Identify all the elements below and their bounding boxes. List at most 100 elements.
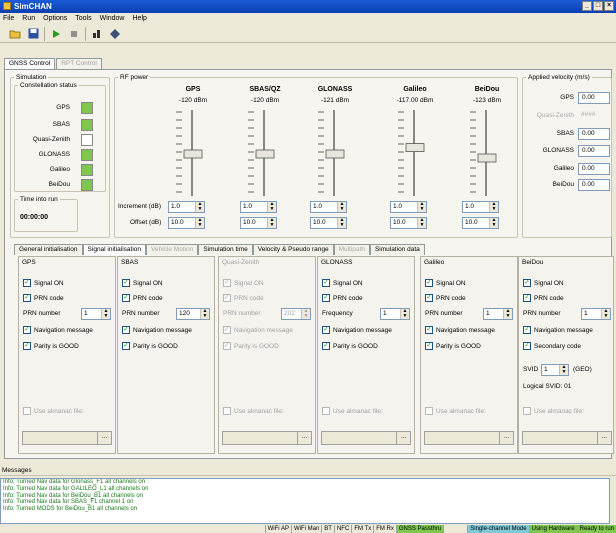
- parity-checkbox[interactable]: ✓ Parity is GOOD: [122, 342, 178, 350]
- nav-message-checkbox[interactable]: ✓ Navigation message: [23, 326, 93, 334]
- signal-on-checkbox[interactable]: ✓ Signal ON: [322, 279, 363, 287]
- maximize-button[interactable]: □: [593, 1, 603, 11]
- signal-on-checkbox[interactable]: ✓ Signal ON: [425, 279, 466, 287]
- rf-slider-thumb[interactable]: [477, 153, 497, 163]
- velocity-value[interactable]: 0.00: [578, 92, 610, 104]
- rf-increment-stepper[interactable]: 1.0 ▲ ▼: [462, 201, 499, 213]
- signal-on-checkbox[interactable]: ✓ Signal ON: [122, 279, 163, 287]
- almanac-file-field[interactable]: ...: [522, 431, 612, 445]
- rf-slider-thumb[interactable]: [255, 149, 275, 159]
- signal-on-checkbox[interactable]: ✓ Signal ON: [523, 279, 564, 287]
- rf-power-slider[interactable]: [314, 108, 354, 208]
- use-almanac-checkbox[interactable]: Use almanac file:: [223, 407, 284, 415]
- velocity-value[interactable]: 0.00: [578, 145, 610, 157]
- rf-power-slider[interactable]: [394, 108, 434, 208]
- rf-offset-stepper[interactable]: 10.0 ▲ ▼: [168, 217, 205, 229]
- almanac-file-field[interactable]: ...: [321, 431, 411, 445]
- menu-help[interactable]: Help: [133, 13, 147, 25]
- browse-button[interactable]: ...: [97, 432, 111, 444]
- signal-on-checkbox[interactable]: ✓ Signal ON: [23, 279, 64, 287]
- velocity-value[interactable]: ####: [578, 110, 610, 122]
- menu-run[interactable]: Run: [22, 13, 35, 25]
- rf-slider-thumb[interactable]: [405, 143, 425, 152]
- velocity-value[interactable]: 0.00: [578, 128, 610, 140]
- use-almanac-checkbox[interactable]: Use almanac file:: [23, 407, 84, 415]
- rf-offset-stepper[interactable]: 10.0 ▲ ▼: [310, 217, 347, 229]
- menu-tools[interactable]: Tools: [75, 13, 91, 25]
- tab-velocity-pseudo-range[interactable]: Velocity & Pseudo range: [252, 244, 334, 255]
- tab-rpt-control[interactable]: RPT Control: [56, 58, 102, 69]
- minimize-button[interactable]: _: [582, 1, 592, 11]
- rf-increment-stepper[interactable]: 1.0 ▲ ▼: [390, 201, 427, 213]
- rf-increment-stepper[interactable]: 1.0 ▲ ▼: [168, 201, 205, 213]
- browse-button[interactable]: ...: [499, 432, 513, 444]
- rf-increment-stepper[interactable]: 1.0 ▲ ▼: [240, 201, 277, 213]
- rf-power-slider[interactable]: [172, 108, 212, 208]
- velocity-value[interactable]: 0.00: [578, 179, 610, 191]
- use-almanac-checkbox[interactable]: Use almanac file:: [425, 407, 486, 415]
- rf-offset-stepper[interactable]: 10.0 ▲ ▼: [390, 217, 427, 229]
- tab-simulation-data[interactable]: Simulation data: [369, 244, 425, 255]
- parity-checkbox[interactable]: ✓ Secondary code: [523, 342, 581, 350]
- browse-button[interactable]: ...: [297, 432, 311, 444]
- prn-number-stepper[interactable]: 1 ▲ ▼: [81, 308, 111, 320]
- prn-number-stepper[interactable]: 120 ▲ ▼: [176, 308, 210, 320]
- rf-power-slider[interactable]: [244, 108, 284, 208]
- open-icon[interactable]: [8, 27, 22, 41]
- browse-button[interactable]: ...: [396, 432, 410, 444]
- velocity-row: Galileo 0.00: [530, 163, 610, 175]
- tab-signal-initialisation[interactable]: Signal initialisation: [82, 244, 147, 255]
- menu-options[interactable]: Options: [43, 13, 67, 25]
- nav-message-checkbox[interactable]: ✓ Navigation message: [425, 326, 495, 334]
- menu-window[interactable]: Window: [100, 13, 125, 25]
- messages-list[interactable]: Info: Turned Nav data for Glonass_F1 all…: [0, 478, 610, 524]
- nav-message-checkbox[interactable]: ✓ Navigation message: [322, 326, 392, 334]
- nav-message-checkbox[interactable]: ✓ Navigation message: [523, 326, 593, 334]
- nav-message-checkbox[interactable]: ✓ Navigation message: [223, 326, 293, 334]
- use-almanac-checkbox[interactable]: Use almanac file:: [322, 407, 383, 415]
- messages-panel: Messages Info: Turned Nav data for Glona…: [0, 466, 616, 524]
- rf-offset-stepper[interactable]: 10.0 ▲ ▼: [240, 217, 277, 229]
- rf-increment-stepper[interactable]: 1.0 ▲ ▼: [310, 201, 347, 213]
- prn-code-checkbox[interactable]: ✓ PRN code: [223, 294, 264, 302]
- browse-button[interactable]: ...: [597, 432, 611, 444]
- rf-power-slider[interactable]: [466, 108, 506, 208]
- satellite-icon[interactable]: [108, 27, 122, 41]
- play-icon[interactable]: [49, 27, 63, 41]
- tab-vehicle-motion[interactable]: Vehicle Motion: [146, 244, 199, 255]
- prn-number-stepper[interactable]: 1 ▲ ▼: [483, 308, 513, 320]
- parity-checkbox[interactable]: ✓ Parity is GOOD: [223, 342, 279, 350]
- prn-number-stepper[interactable]: 1 ▲ ▼: [380, 308, 410, 320]
- close-button[interactable]: ×: [604, 1, 614, 11]
- signal-on-checkbox[interactable]: ✓ Signal ON: [223, 279, 264, 287]
- parity-checkbox[interactable]: ✓ Parity is GOOD: [23, 342, 79, 350]
- almanac-file-field[interactable]: ...: [22, 431, 112, 445]
- parity-checkbox[interactable]: ✓ Parity is GOOD: [322, 342, 378, 350]
- save-icon[interactable]: [26, 27, 40, 41]
- prn-code-checkbox[interactable]: ✓ PRN code: [23, 294, 64, 302]
- tab-gnss-control[interactable]: GNSS Control: [4, 58, 56, 69]
- svid-stepper[interactable]: 1 ▲ ▼: [541, 364, 569, 376]
- prn-code-checkbox[interactable]: ✓ PRN code: [425, 294, 466, 302]
- tab-general-initialisation[interactable]: General initialisation: [14, 244, 83, 255]
- prn-code-checkbox[interactable]: ✓ PRN code: [322, 294, 363, 302]
- use-almanac-checkbox[interactable]: Use almanac file:: [523, 407, 584, 415]
- rf-slider-thumb[interactable]: [183, 149, 203, 159]
- velocity-value[interactable]: 0.00: [578, 163, 610, 175]
- tab-simulation-time[interactable]: Simulation time: [198, 244, 253, 255]
- bars-icon[interactable]: [90, 27, 104, 41]
- rf-offset-stepper[interactable]: 10.0 ▲ ▼: [462, 217, 499, 229]
- prn-number-stepper[interactable]: 1 ▲ ▼: [581, 308, 611, 320]
- menu-file[interactable]: File: [3, 13, 14, 25]
- prn-number-stepper[interactable]: 202 ▲ ▼: [281, 308, 311, 320]
- velocity-label: GLONASS: [542, 147, 574, 154]
- nav-message-checkbox[interactable]: ✓ Navigation message: [122, 326, 192, 334]
- tab-multipath[interactable]: Multipath: [333, 244, 370, 255]
- almanac-file-field[interactable]: ...: [222, 431, 312, 445]
- prn-code-checkbox[interactable]: ✓ PRN code: [122, 294, 163, 302]
- stop-icon[interactable]: [67, 27, 81, 41]
- parity-checkbox[interactable]: ✓ Parity is GOOD: [425, 342, 481, 350]
- almanac-file-field[interactable]: ...: [424, 431, 514, 445]
- rf-slider-thumb[interactable]: [325, 149, 345, 159]
- prn-code-checkbox[interactable]: ✓ PRN code: [523, 294, 564, 302]
